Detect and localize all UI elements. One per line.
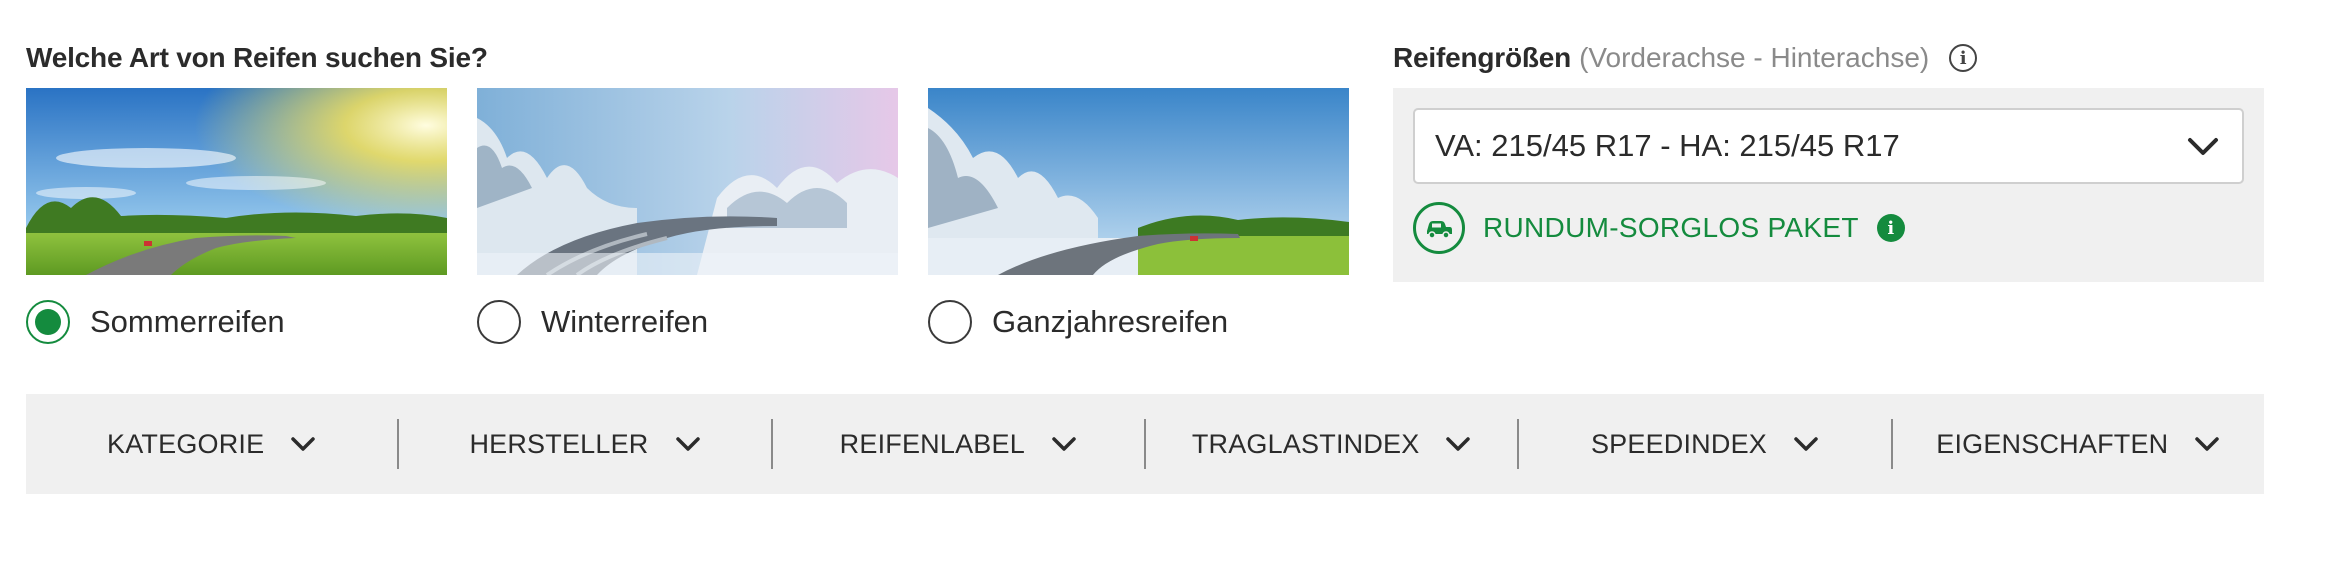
filter-speedindex[interactable]: SPEEDINDEX <box>1519 394 1890 494</box>
summer-radio-row[interactable]: Sommerreifen <box>26 299 447 345</box>
chevron-down-icon <box>1446 437 1471 451</box>
filter-traglastindex[interactable]: TRAGLASTINDEX <box>1146 394 1517 494</box>
tire-size-select[interactable]: VA: 215/45 R17 - HA: 215/45 R17 <box>1413 108 2244 184</box>
tire-type-section: Welche Art von Reifen suchen Sie? Sommer… <box>26 40 1350 345</box>
tire-size-subtitle: (Vorderachse - Hinterachse) <box>1579 42 1930 73</box>
filter-reifenlabel[interactable]: REIFENLABEL <box>773 394 1144 494</box>
filter-label: KATEGORIE <box>107 428 265 459</box>
summer-radio[interactable] <box>26 300 70 344</box>
tire-type-allseason[interactable]: Ganzjahresreifen <box>928 88 1349 345</box>
info-circle-outline-icon[interactable]: i <box>1949 44 1978 72</box>
tire-type-options: Sommerreifen Winterreifen Ganzjahresreif… <box>26 88 1350 345</box>
info-circle-filled-icon[interactable]: i <box>1876 214 1905 242</box>
package-link[interactable]: RUNDUM-SORGLOS PAKET i <box>1413 202 2244 254</box>
summer-road-image[interactable] <box>26 88 447 275</box>
filter-label: HERSTELLER <box>469 428 649 459</box>
tire-size-section: Reifengrößen (Vorderachse - Hinterachse)… <box>1393 40 2264 282</box>
chevron-down-icon <box>1794 437 1818 451</box>
winter-radio[interactable] <box>477 300 521 344</box>
filter-bar: KATEGORIE HERSTELLER REIFENLABEL TRAGLAS… <box>26 394 2264 494</box>
filter-hersteller[interactable]: HERSTELLER <box>399 394 770 494</box>
tire-type-summer[interactable]: Sommerreifen <box>26 88 447 345</box>
tire-size-header: Reifengrößen (Vorderachse - Hinterachse)… <box>1393 40 2264 76</box>
filter-eigenschaften[interactable]: EIGENSCHAFTEN <box>1893 394 2264 494</box>
radio-selected-dot <box>35 309 61 335</box>
allseason-label: Ganzjahresreifen <box>992 304 1229 339</box>
filter-label: EIGENSCHAFTEN <box>1936 428 2169 459</box>
allseason-radio[interactable] <box>928 300 972 344</box>
filter-label: SPEEDINDEX <box>1590 428 1767 459</box>
tire-size-panel: VA: 215/45 R17 - HA: 215/45 R17 RUNDUM-S… <box>1393 88 2264 282</box>
winter-radio-row[interactable]: Winterreifen <box>477 299 898 345</box>
winter-road-image[interactable] <box>477 88 898 275</box>
chevron-down-icon <box>2195 437 2220 451</box>
tire-type-winter[interactable]: Winterreifen <box>477 88 898 345</box>
chevron-down-icon <box>2188 138 2218 155</box>
chevron-down-icon <box>1052 437 1076 451</box>
summer-label: Sommerreifen <box>90 304 285 339</box>
package-label: RUNDUM-SORGLOS PAKET <box>1483 212 1859 243</box>
allseason-road-image[interactable] <box>928 88 1349 275</box>
winter-label: Winterreifen <box>541 304 709 339</box>
filter-label: TRAGLASTINDEX <box>1191 428 1420 459</box>
chevron-down-icon <box>675 437 700 451</box>
filter-label: REIFENLABEL <box>839 428 1025 459</box>
allseason-radio-row[interactable]: Ganzjahresreifen <box>928 299 1349 345</box>
chevron-down-icon <box>291 437 316 451</box>
tire-size-title: Reifengrößen <box>1393 42 1572 73</box>
tire-type-title: Welche Art von Reifen suchen Sie? <box>26 42 488 73</box>
tire-size-value: VA: 215/45 R17 - HA: 215/45 R17 <box>1435 128 1900 163</box>
car-service-icon <box>1413 202 1465 254</box>
filter-kategorie[interactable]: KATEGORIE <box>26 394 397 494</box>
